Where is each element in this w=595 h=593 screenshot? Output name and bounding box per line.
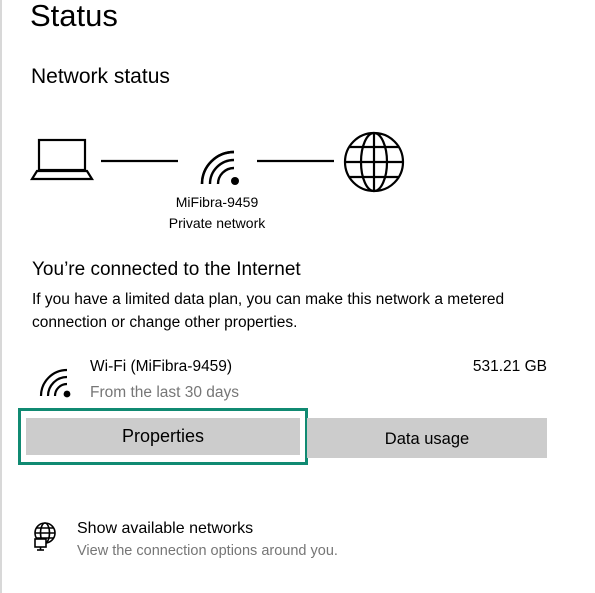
show-networks-description: View the connection options around you. [77,543,338,559]
adapter-name: Wi-Fi (MiFibra-9459) [90,358,233,375]
network-diagram: MiFibra-9459 Private network [28,128,418,238]
connection-status-heading: You’re connected to the Internet [32,259,301,280]
properties-button[interactable]: Properties [18,408,308,465]
network-status-heading: Network status [31,65,170,88]
laptop-icon [30,138,94,181]
wifi-icon [39,368,71,398]
wifi-icon [200,150,235,185]
network-name: MiFibra-9459 [175,194,259,210]
show-available-networks-link[interactable]: Show available networks View the connect… [30,517,550,565]
data-usage-button[interactable]: Data usage [307,418,547,458]
properties-button-label: Properties [26,418,300,455]
globe-icon [343,131,405,193]
adapter-data-usage: 531.21 GB [472,358,547,375]
window-left-border [0,0,2,593]
network-type: Private network [168,215,266,231]
connection-description: If you have a limited data plan, you can… [32,291,505,331]
wifi-dot [231,177,239,185]
adapter-period: From the last 30 days [90,384,240,401]
network-diagram-graphic [30,131,405,193]
page-title: Status [30,0,118,33]
network-status-page: Status Network status MiFibra-9459 Priva… [0,0,595,593]
show-networks-label: Show available networks [77,520,254,537]
globe-monitor-icon [34,522,56,551]
